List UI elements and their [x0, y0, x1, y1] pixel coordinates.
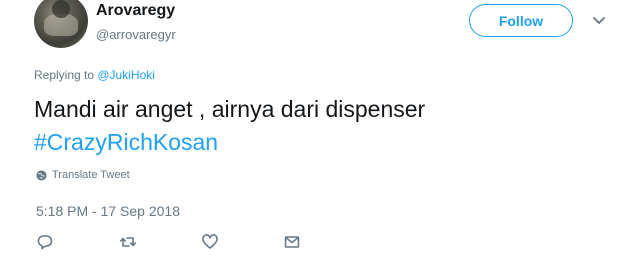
mention-link[interactable]: @JukiHoki: [97, 68, 155, 82]
replying-to: Replying to @JukiHoki: [34, 68, 155, 82]
translate-tweet[interactable]: Translate Tweet: [36, 169, 130, 181]
heart-icon[interactable]: [201, 233, 219, 251]
envelope-icon[interactable]: [283, 233, 301, 251]
follow-button[interactable]: Follow: [469, 4, 573, 37]
tweet-text-line: Mandi air anget , airnya dari dispenser: [34, 96, 426, 122]
tweet-text: Mandi air anget , airnya dari dispenser …: [34, 93, 425, 159]
tweet-card: Arovaregy @arrovaregyr Follow Replying t…: [0, 0, 630, 267]
chevron-down-icon[interactable]: [591, 12, 607, 28]
hashtag-link[interactable]: #CrazyRichKosan: [34, 126, 425, 159]
user-handle[interactable]: @arrovaregyr: [96, 27, 176, 42]
retweet-icon[interactable]: [119, 233, 137, 251]
reply-icon[interactable]: [36, 233, 54, 251]
replying-prefix: Replying to: [34, 68, 98, 82]
timestamp[interactable]: 5:18 PM - 17 Sep 2018: [36, 203, 180, 219]
translate-label[interactable]: Translate Tweet: [52, 169, 130, 181]
display-name[interactable]: Arovaregy: [96, 2, 175, 20]
globe-icon: [36, 169, 47, 181]
avatar[interactable]: [34, 0, 88, 48]
